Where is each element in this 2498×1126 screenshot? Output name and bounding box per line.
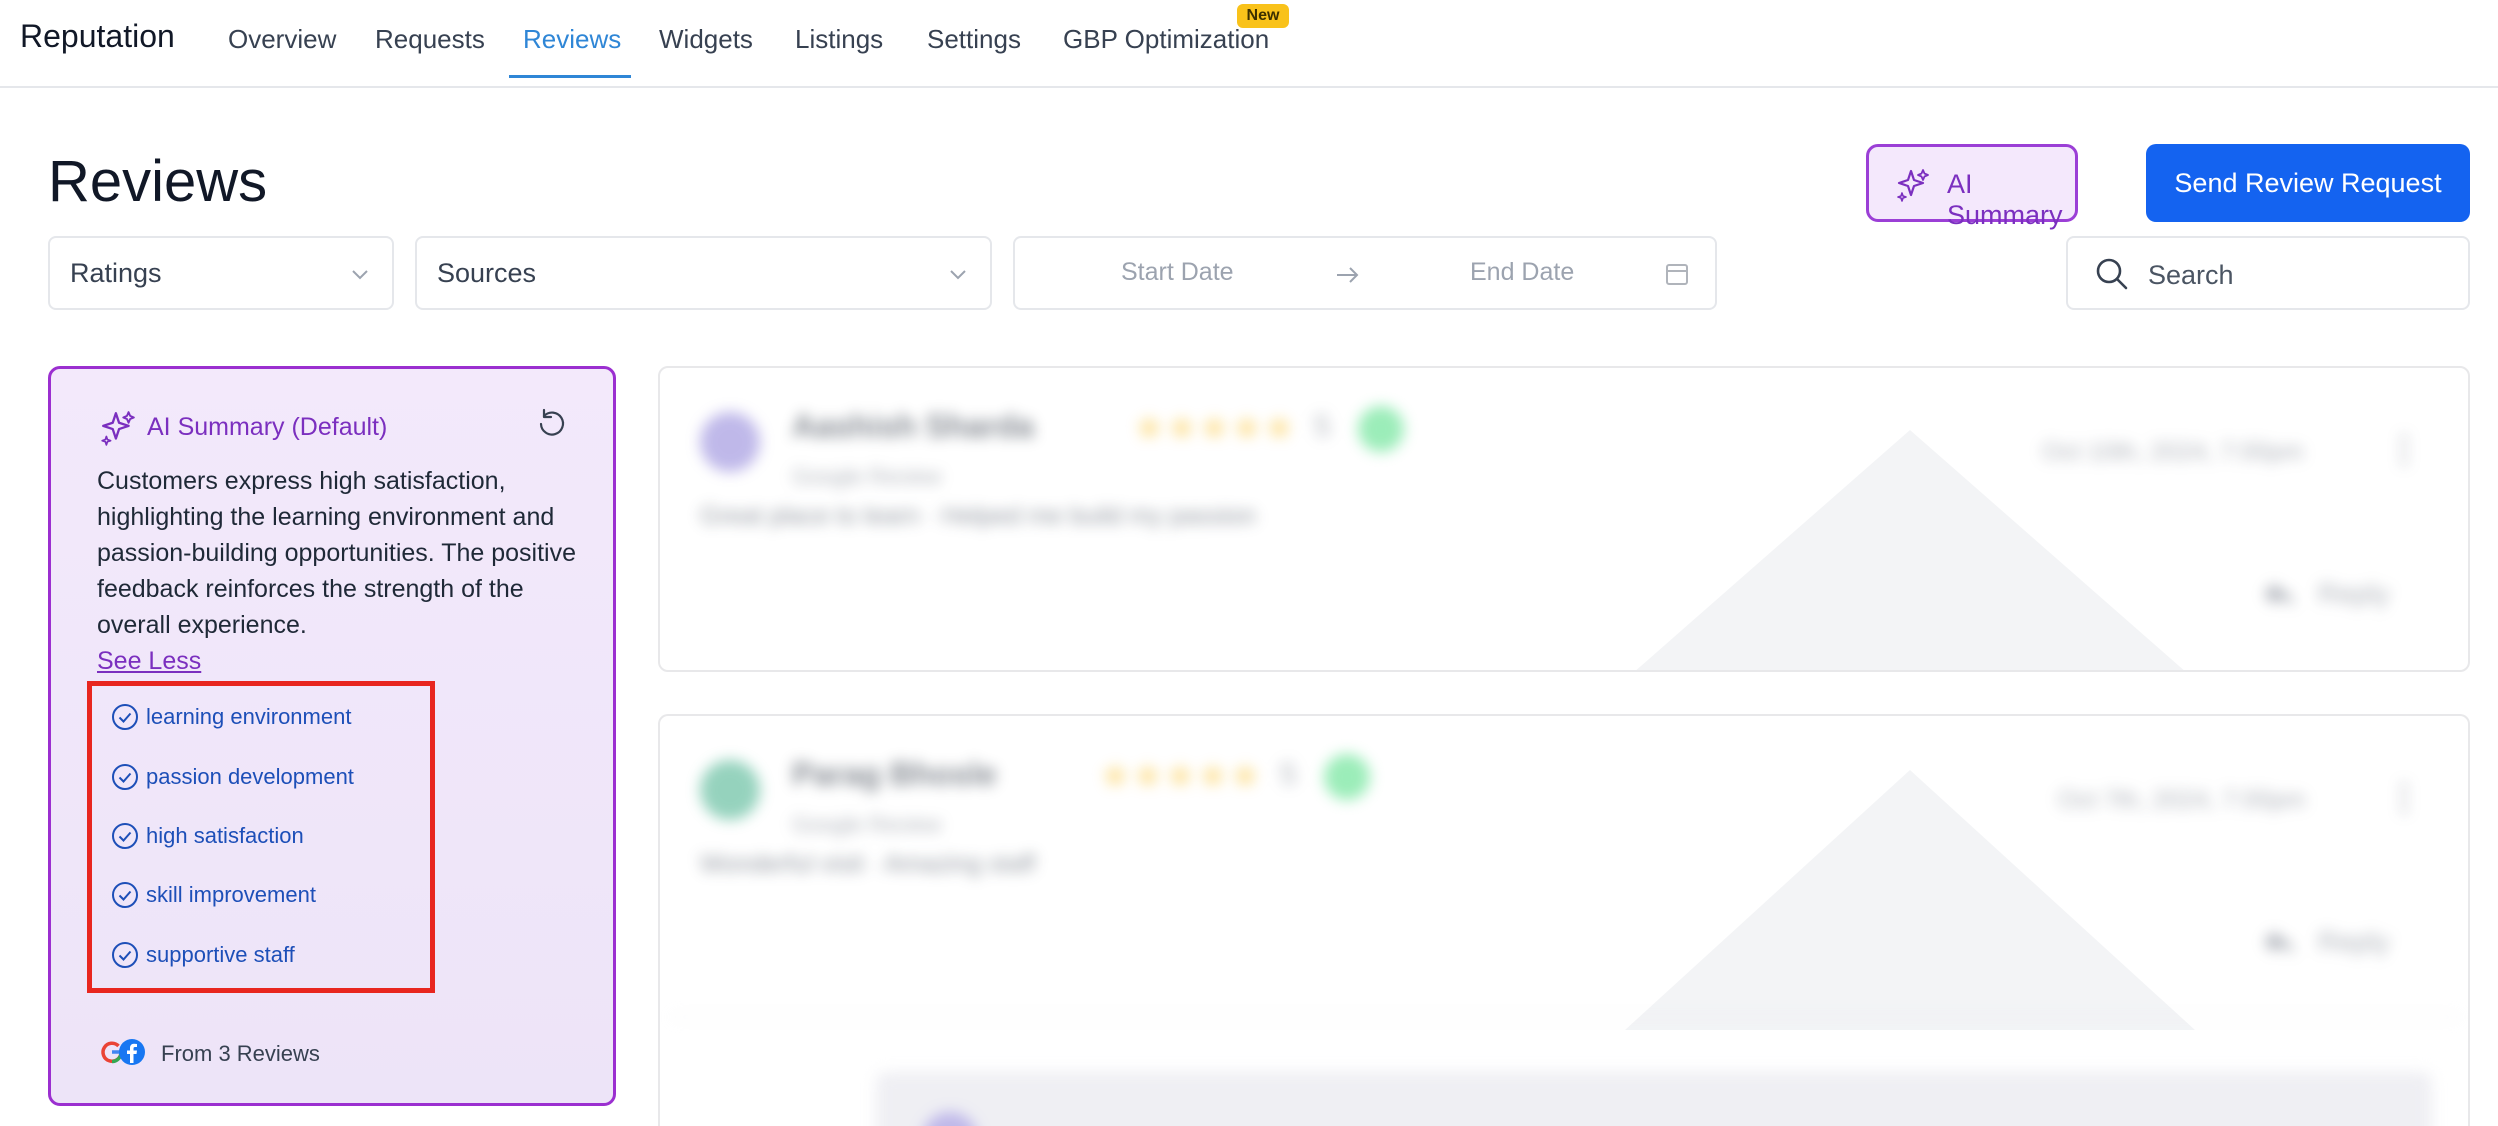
sources-dropdown[interactable]: Sources bbox=[415, 236, 992, 310]
check-circle-icon bbox=[112, 882, 138, 908]
review-date: Oct 10th, 2024, 7:00pm bbox=[2042, 438, 2304, 466]
review-text: Wonderful visit · Amazing staff bbox=[700, 850, 1036, 878]
rating-number: 5 bbox=[1280, 758, 1297, 791]
star-rating: ★★★★★ bbox=[1134, 409, 1297, 447]
reply-panel bbox=[876, 1072, 2432, 1126]
review-card[interactable]: Aashish Sharda Google Review ★★★★★ 5 Gre… bbox=[658, 366, 2470, 672]
see-less-link[interactable]: See Less bbox=[97, 647, 201, 675]
tab-overview[interactable]: Overview bbox=[228, 24, 336, 55]
tab-settings[interactable]: Settings bbox=[927, 24, 1021, 55]
ai-summary-body: Customers express high satisfaction, hig… bbox=[97, 467, 577, 639]
more-options-icon[interactable] bbox=[2396, 430, 2412, 470]
top-navigation: Reputation Overview Requests Reviews Wid… bbox=[0, 0, 2498, 88]
search-icon bbox=[2096, 258, 2128, 290]
reply-icon bbox=[2264, 930, 2294, 956]
review-date: Oct 7th, 2024, 7:00pm bbox=[2058, 786, 2306, 814]
ai-summary-button[interactable]: AI Summary bbox=[1866, 144, 2078, 230]
chevron-down-icon bbox=[950, 270, 966, 280]
review-text: Great place to learn · Helped me build m… bbox=[700, 502, 1256, 530]
source-badge bbox=[1324, 754, 1370, 800]
check-circle-icon bbox=[112, 942, 138, 968]
highlight-box: learning environment passion development… bbox=[87, 681, 435, 993]
new-badge: New bbox=[1237, 4, 1289, 28]
sparkle-icon bbox=[101, 411, 135, 446]
search-input[interactable] bbox=[2146, 254, 2450, 296]
check-circle-icon bbox=[112, 823, 138, 849]
ai-summary-button-label: AI Summary bbox=[1947, 169, 2063, 230]
reviewer-name: Aashish Sharda bbox=[792, 408, 1034, 444]
refresh-icon[interactable] bbox=[535, 407, 569, 441]
ai-summary-text: Customers express high satisfaction, hig… bbox=[97, 463, 577, 679]
summary-tag-label: skill improvement bbox=[146, 882, 316, 907]
chevron-down-icon bbox=[352, 270, 368, 280]
reply-button[interactable]: Reply bbox=[2318, 926, 2390, 958]
summary-tag-label: supportive staff bbox=[146, 942, 295, 967]
sources-dropdown-label: Sources bbox=[437, 258, 537, 288]
review-source-label: Google Review bbox=[792, 464, 942, 489]
tab-widgets[interactable]: Widgets bbox=[659, 24, 753, 55]
tab-reviews[interactable]: Reviews bbox=[523, 24, 621, 55]
page-title: Reviews bbox=[48, 149, 268, 214]
ratings-dropdown-label: Ratings bbox=[70, 258, 162, 288]
tab-listings[interactable]: Listings bbox=[795, 24, 883, 55]
reply-icon bbox=[2264, 582, 2294, 608]
tab-gbp-optimization[interactable]: GBP Optimization bbox=[1063, 24, 1269, 55]
summary-tag-label: passion development bbox=[146, 764, 354, 789]
review-card[interactable]: Parag Bhosle Google Review ★★★★★ 5 Wonde… bbox=[658, 714, 2470, 1126]
app-brand: Reputation bbox=[20, 18, 175, 54]
facebook-icon bbox=[119, 1039, 145, 1065]
summary-tag-label: learning environment bbox=[146, 704, 352, 729]
check-circle-icon bbox=[112, 704, 138, 730]
star-rating: ★★★★★ bbox=[1100, 757, 1263, 795]
active-tab-indicator bbox=[509, 75, 631, 78]
calendar-icon[interactable] bbox=[1663, 260, 1691, 288]
review-count-label: From 3 Reviews bbox=[161, 1041, 320, 1066]
summary-tag-label: high satisfaction bbox=[146, 823, 304, 848]
check-circle-icon bbox=[112, 764, 138, 790]
avatar bbox=[700, 412, 760, 472]
ai-summary-card: AI Summary (Default) Customers express h… bbox=[48, 366, 616, 1106]
source-badge bbox=[1358, 406, 1404, 452]
reviewer-name: Parag Bhosle bbox=[792, 756, 997, 792]
start-date-field[interactable]: Start Date bbox=[1121, 258, 1234, 287]
tab-requests[interactable]: Requests bbox=[375, 24, 485, 55]
rating-number: 5 bbox=[1314, 410, 1331, 443]
avatar bbox=[922, 1112, 978, 1126]
end-date-field[interactable]: End Date bbox=[1470, 258, 1574, 287]
search-box[interactable] bbox=[2066, 236, 2470, 310]
reply-button[interactable]: Reply bbox=[2318, 578, 2390, 610]
ratings-dropdown[interactable]: Ratings bbox=[48, 236, 394, 310]
sparkle-icon bbox=[1897, 169, 1929, 202]
arrow-right-icon bbox=[1337, 267, 1359, 283]
avatar bbox=[700, 760, 760, 820]
date-range-picker[interactable]: Start Date End Date bbox=[1013, 236, 1717, 310]
divider bbox=[672, 1016, 2460, 1018]
review-source-label: Google Review bbox=[792, 812, 942, 837]
more-options-icon[interactable] bbox=[2396, 778, 2412, 818]
send-review-request-button[interactable]: Send Review Request bbox=[2146, 144, 2470, 222]
ai-summary-title: AI Summary (Default) bbox=[147, 413, 388, 441]
